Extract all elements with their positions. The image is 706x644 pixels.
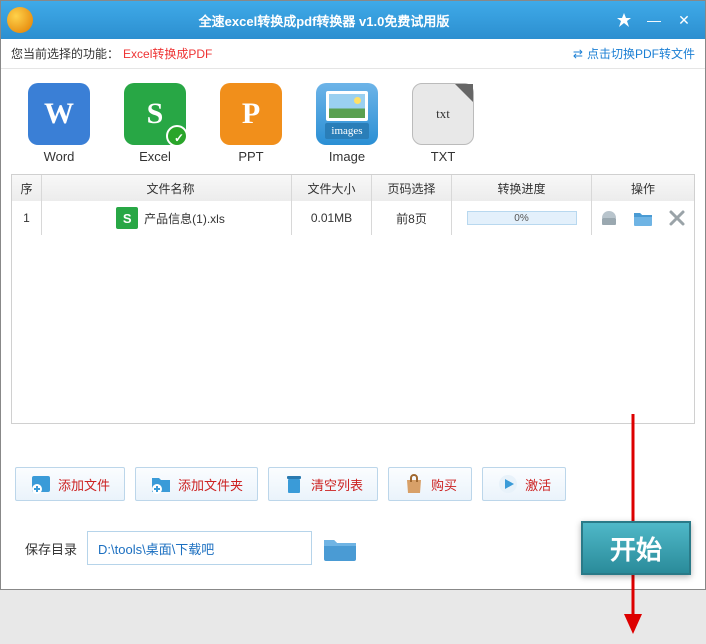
current-function-value: Excel转换成PDF [123,45,212,62]
open-folder-icon[interactable] [633,209,653,227]
add-file-icon [30,473,52,495]
format-txt[interactable]: txt TXT [403,83,483,164]
app-logo-icon [7,7,33,33]
function-bar: 您当前选择的功能： Excel转换成PDF ⇄ 点击切换PDF转文件 [1,39,705,69]
excel-file-icon: S [116,207,138,229]
minimize-button[interactable]: — [639,10,669,30]
col-seq: 序 [12,175,42,201]
toolbar: 添加文件 添加文件夹 清空列表 购买 激活 [1,449,705,511]
current-function-label: 您当前选择的功能： [11,45,119,62]
row-seq: 1 [12,201,42,235]
add-folder-label: 添加文件夹 [178,475,243,494]
buy-button[interactable]: 购买 [388,467,472,501]
format-word[interactable]: WWord [19,83,99,164]
activate-button[interactable]: 激活 [482,467,566,501]
format-image[interactable]: images Image [307,83,387,164]
titlebar: 全速excel转换成pdf转换器 v1.0免费试用版 — ✕ [1,1,705,39]
remove-row-icon[interactable] [667,209,687,227]
col-size: 文件大小 [292,175,372,201]
activate-icon [497,473,519,495]
trash-icon [283,473,305,495]
open-file-icon[interactable] [599,209,619,227]
save-dir-label: 保存目录 [15,539,77,558]
format-txt-label: TXT [403,149,483,164]
format-selector: WWord SExcel PPPT images Image txt TXT [1,69,705,174]
start-button[interactable]: 开始 [581,521,691,575]
switch-mode-link[interactable]: ⇄ 点击切换PDF转文件 [573,45,695,62]
table-header: 序 文件名称 文件大小 页码选择 转换进度 操作 [12,175,694,201]
file-table: 序 文件名称 文件大小 页码选择 转换进度 操作 1 S 产品信息(1).xls… [11,174,695,424]
txt-inner-label: txt [436,106,450,122]
row-size: 0.01MB [292,201,372,235]
swap-icon: ⇄ [573,47,583,61]
table-row[interactable]: 1 S 产品信息(1).xls 0.01MB 前8页 0% [12,201,694,235]
pin-button[interactable] [609,10,639,30]
browse-folder-button[interactable] [322,534,358,562]
add-folder-icon [150,473,172,495]
window-title: 全速excel转换成pdf转换器 v1.0免费试用版 [39,11,609,30]
clear-list-button[interactable]: 清空列表 [268,467,378,501]
add-folder-button[interactable]: 添加文件夹 [135,467,258,501]
col-pages: 页码选择 [372,175,452,201]
col-ops: 操作 [592,175,694,201]
format-word-label: Word [19,149,99,164]
format-excel[interactable]: SExcel [115,83,195,164]
row-pages[interactable]: 前8页 [372,201,452,235]
row-filename: 产品信息(1).xls [144,210,225,227]
buy-label: 购买 [431,475,457,494]
format-excel-label: Excel [115,149,195,164]
shopping-bag-icon [403,473,425,495]
save-path-value: D:\tools\桌面\下载吧 [98,539,214,558]
save-path-input[interactable]: D:\tools\桌面\下载吧 [87,531,312,565]
switch-mode-label: 点击切换PDF转文件 [587,45,695,62]
progress-value: 0% [514,213,528,224]
activate-label: 激活 [525,475,551,494]
bottom-bar: 保存目录 D:\tools\桌面\下载吧 开始 [1,511,705,589]
col-progress: 转换进度 [452,175,592,201]
add-file-label: 添加文件 [58,475,110,494]
close-button[interactable]: ✕ [669,10,699,30]
format-image-label: Image [307,149,387,164]
images-badge: images [325,123,368,139]
col-name: 文件名称 [42,175,292,201]
add-file-button[interactable]: 添加文件 [15,467,125,501]
start-button-label: 开始 [610,530,662,567]
format-ppt-label: PPT [211,149,291,164]
format-ppt[interactable]: PPPT [211,83,291,164]
clear-list-label: 清空列表 [311,475,363,494]
progress-bar: 0% [467,211,577,225]
